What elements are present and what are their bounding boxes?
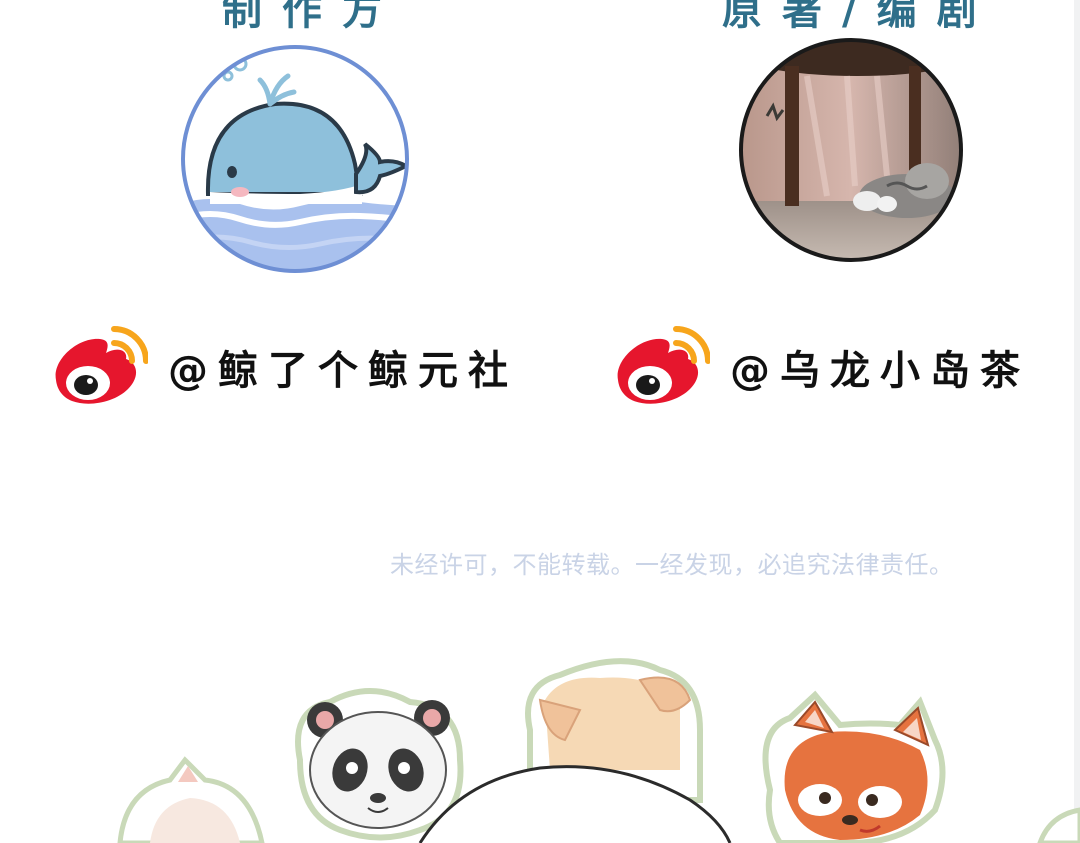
author-handle: @乌龙小岛茶 bbox=[730, 348, 1030, 394]
producer-header: 制作方 bbox=[222, 0, 402, 34]
producer-avatar[interactable] bbox=[180, 44, 410, 274]
producer-handle: @鲸了个鲸元社 bbox=[168, 348, 518, 394]
cat-sticker bbox=[117, 756, 265, 843]
cat-photo-avatar-icon bbox=[739, 38, 963, 262]
weibo-icon bbox=[617, 326, 710, 404]
whale-avatar-icon bbox=[181, 45, 409, 273]
author-header: 原著/编剧 bbox=[722, 0, 997, 34]
author-avatar[interactable] bbox=[737, 36, 965, 264]
author-weibo-link[interactable]: @乌龙小岛茶 bbox=[610, 322, 1030, 412]
animal-stickers bbox=[117, 658, 1080, 843]
red-panda-sticker bbox=[762, 690, 946, 843]
sticker-fragment bbox=[1037, 807, 1080, 843]
panda-sticker bbox=[295, 688, 464, 841]
producer-weibo-link[interactable]: @鲸了个鲸元社 bbox=[48, 322, 518, 412]
weibo-icon bbox=[55, 326, 148, 404]
copyright-notice: 未经许可，不能转载。一经发现，必追究法律责任。 bbox=[390, 551, 954, 579]
credits-page: 制作方 原著/编剧 @鲸了个鲸元社 @乌龙小岛茶 未经许可，不能转载。一经发现，… bbox=[0, 0, 1080, 843]
